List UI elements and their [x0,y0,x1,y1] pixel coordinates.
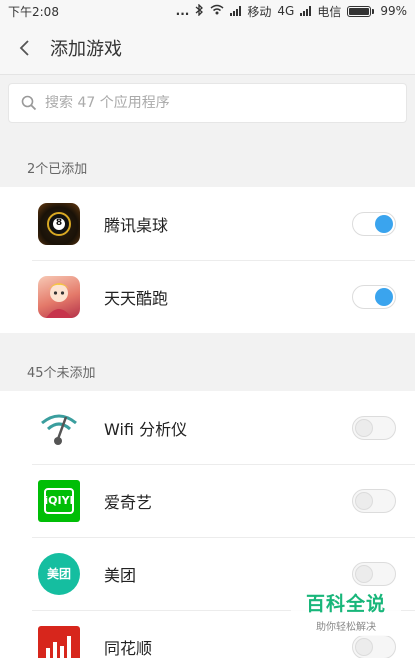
app-name: 腾讯桌球 [104,215,169,235]
chevron-left-icon [19,40,29,56]
bluetooth-icon [195,2,204,19]
app-name: 同花顺 [104,638,153,658]
page-title: 添加游戏 [50,39,122,60]
added-list: 8 腾讯桌球 天天酷跑 [0,187,415,333]
app-name: 爱奇艺 [104,492,153,512]
status-bar: 下午2:08 ... 移动 4G 电信 99% [0,0,415,22]
signal-icon-2 [300,6,312,16]
watermark: 百科全说 助你轻松解决 [291,586,401,636]
status-time: 下午2:08 [8,4,59,19]
watermark-title: 百科全说 [305,593,386,615]
not-added-section-title: 45个未添加 [27,366,96,381]
toggle-switch[interactable] [352,634,396,658]
toggle-switch[interactable] [352,488,396,513]
app-name: Wifi 分析仪 [104,419,188,439]
meituan-icon: 美团 [38,552,80,595]
battery-icon [347,5,375,17]
carrier-2: 电信 [317,4,342,19]
search-box[interactable] [8,83,407,123]
carrier-1: 移动 [247,4,272,19]
app-name: 天天酷跑 [104,288,169,308]
toggle-switch[interactable] [352,561,396,586]
tonghuashun-icon [38,625,80,658]
network-type: 4G [277,4,295,18]
header: 添加游戏 [0,22,415,74]
list-item[interactable]: iQIYI 爱奇艺 [0,464,415,537]
list-item[interactable]: Wifi 分析仪 [0,391,415,464]
iqiyi-icon: iQIYI [38,479,80,522]
toggle-switch[interactable] [352,415,396,440]
signal-icon [230,6,242,16]
list-item[interactable]: 8 腾讯桌球 [0,187,415,260]
status-indicators: ... 移动 4G 电信 99% [175,2,407,20]
billiards-8-ball-icon: 8 [38,202,80,245]
status-dots: ... [175,4,190,18]
parkour-game-icon [38,275,80,318]
added-section-title: 2个已添加 [27,162,88,177]
toggle-switch[interactable] [352,284,396,309]
toggle-switch[interactable] [352,211,396,236]
app-name: 美团 [104,565,137,585]
search-bar [0,74,415,130]
search-icon [21,95,37,111]
search-input[interactable] [45,95,406,111]
back-button[interactable] [14,38,34,58]
wifi-analyzer-icon [38,406,80,449]
list-item[interactable]: 天天酷跑 [0,260,415,333]
wifi-icon [210,4,224,18]
watermark-subtitle: 助你轻松解决 [316,622,376,633]
battery-level: 99% [380,4,407,18]
